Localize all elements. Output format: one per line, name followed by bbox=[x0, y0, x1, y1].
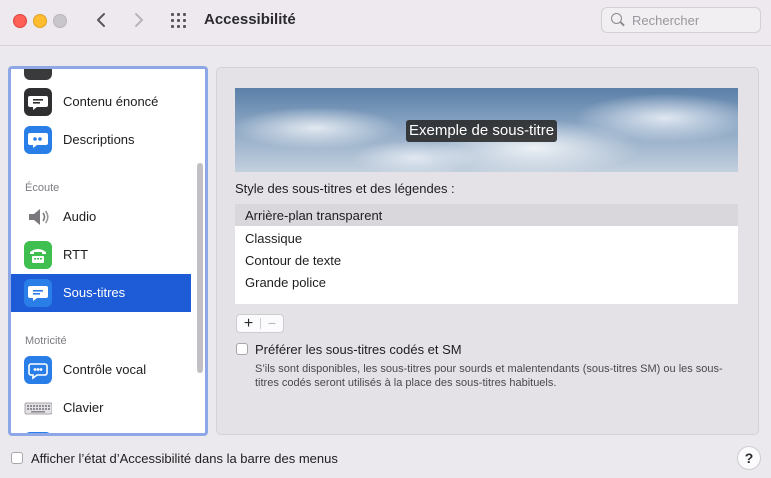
sidebar-item-label: RTT bbox=[63, 247, 89, 262]
partial-item-icon bbox=[24, 432, 52, 433]
captions-icon bbox=[24, 279, 52, 307]
close-window-button[interactable] bbox=[13, 14, 27, 28]
style-option-label: Contour de texte bbox=[245, 253, 342, 268]
sidebar-item-partial-bottom[interactable] bbox=[11, 427, 191, 433]
sidebar-item-rtt[interactable]: RTT bbox=[11, 236, 191, 274]
sidebar-item-label: Descriptions bbox=[63, 132, 135, 147]
style-option[interactable]: Classique bbox=[235, 227, 738, 249]
style-option-label: Grande police bbox=[245, 275, 326, 290]
teletype-icon bbox=[24, 241, 52, 269]
forward-button[interactable] bbox=[128, 10, 148, 30]
add-remove-control: + − bbox=[236, 314, 284, 333]
speaker-icon bbox=[24, 203, 52, 231]
remove-style-button[interactable]: − bbox=[261, 315, 283, 332]
sidebar-item-label: Clavier bbox=[63, 400, 104, 415]
style-option[interactable]: Contour de texte bbox=[235, 249, 738, 271]
sidebar-scrollbar[interactable] bbox=[197, 163, 203, 373]
sidebar-item-clavier[interactable]: Clavier bbox=[11, 389, 191, 427]
keyboard-icon bbox=[24, 394, 53, 422]
chevron-left-icon bbox=[97, 13, 105, 27]
prefer-sdh-label: Préférer les sous-titres codés et SM bbox=[255, 342, 462, 357]
section-header-ecoute: Écoute bbox=[25, 182, 60, 194]
zoom-window-button[interactable] bbox=[53, 14, 67, 28]
section-header-motricite: Motricité bbox=[25, 335, 67, 347]
help-button[interactable]: ? bbox=[737, 446, 761, 470]
sidebar-item-controle-vocal[interactable]: Contrôle vocal bbox=[11, 351, 191, 389]
window-title: Accessibilité bbox=[204, 11, 296, 28]
search-icon bbox=[611, 13, 622, 24]
search-input[interactable] bbox=[632, 11, 752, 29]
prefer-sdh-checkbox[interactable] bbox=[236, 343, 248, 355]
caption-preview-text: Exemple de sous-titre bbox=[406, 120, 558, 142]
sidebar-item-label: Sous-titres bbox=[63, 285, 126, 300]
style-option[interactable]: Grande police bbox=[235, 271, 738, 293]
sidebar-item-descriptions[interactable]: Descriptions bbox=[11, 121, 191, 159]
style-list[interactable]: Arrière-plan transparent Classique Conto… bbox=[235, 204, 738, 304]
back-button[interactable] bbox=[92, 10, 112, 30]
quote-bubble-icon bbox=[24, 126, 52, 154]
sidebar-item-label: Audio bbox=[63, 209, 97, 224]
add-style-button[interactable]: + bbox=[237, 315, 260, 332]
chevron-right-icon bbox=[135, 13, 143, 27]
style-list-label: Style des sous-titres et des légendes : bbox=[235, 181, 455, 196]
voice-control-icon bbox=[24, 356, 52, 384]
style-option-label: Arrière-plan transparent bbox=[245, 208, 383, 223]
prefer-sdh-description: S’ils sont disponibles, les sous-titres … bbox=[255, 363, 723, 389]
sidebar-item-audio[interactable]: Audio bbox=[11, 198, 191, 236]
style-option[interactable]: Arrière-plan transparent bbox=[235, 204, 738, 226]
sidebar[interactable]: Contenu énoncé Descriptions Écoute Audio… bbox=[8, 66, 208, 436]
style-option-label: Classique bbox=[245, 231, 303, 246]
sidebar-item-sous-titres[interactable]: Sous-titres bbox=[11, 274, 191, 312]
search-field[interactable] bbox=[601, 7, 761, 33]
title-bar: Accessibilité bbox=[0, 0, 771, 46]
minimize-window-button[interactable] bbox=[33, 14, 47, 28]
partial-item-icon bbox=[24, 69, 52, 80]
sidebar-item-label: Contrôle vocal bbox=[63, 362, 147, 377]
sidebar-item-contenu-enonce[interactable]: Contenu énoncé bbox=[11, 83, 191, 121]
show-all-grid-icon[interactable] bbox=[171, 13, 189, 29]
menu-status-label: Afficher l’état d’Accessibilité dans la … bbox=[31, 451, 338, 466]
sidebar-item-label: Contenu énoncé bbox=[63, 94, 159, 109]
menu-status-checkbox[interactable] bbox=[11, 452, 23, 464]
speech-bubble-icon bbox=[24, 88, 52, 116]
